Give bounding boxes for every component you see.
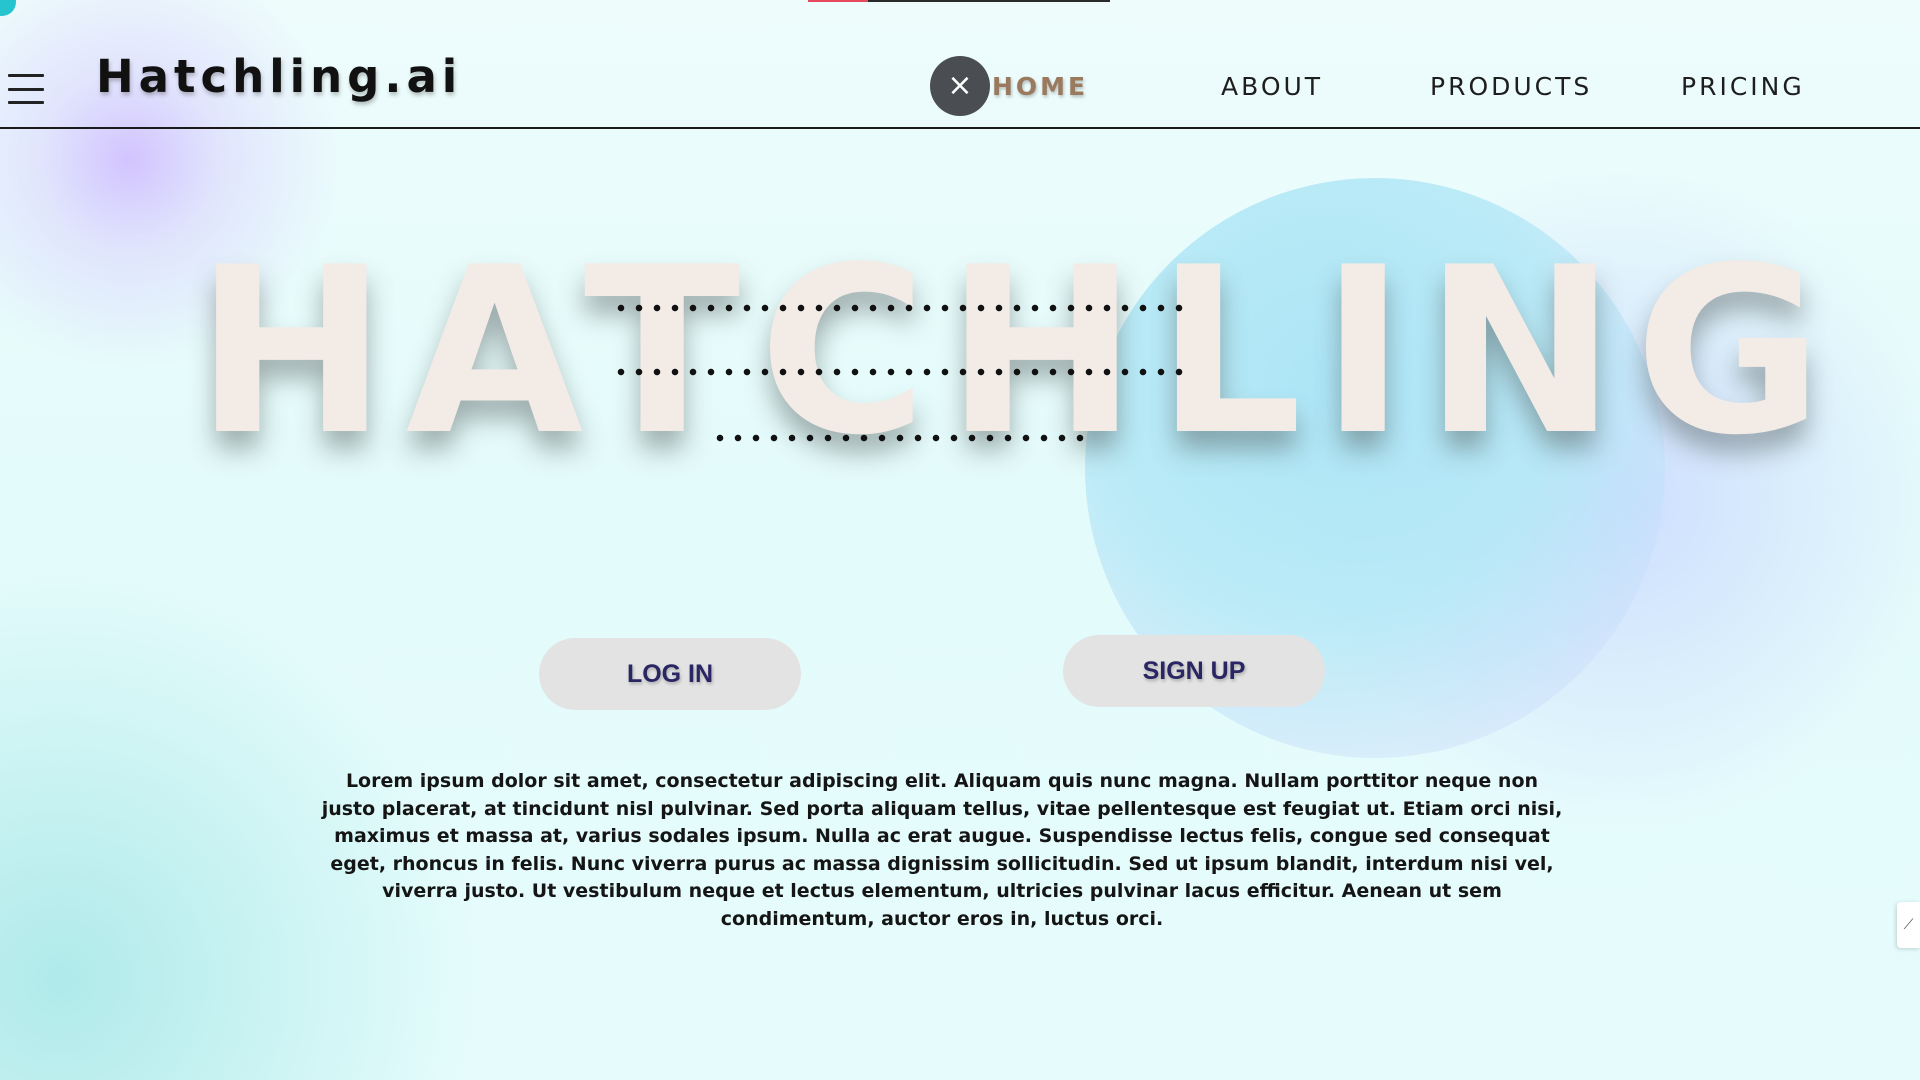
hamburger-line [8,74,44,77]
header: Hatchling.ai × HOME ABOUT PRODUCTS PRICI… [0,0,1920,129]
nav-home[interactable]: HOME [992,72,1088,101]
nav-products[interactable]: PRODUCTS [1430,72,1592,101]
dotted-line [612,304,1188,312]
hamburger-line [8,101,44,104]
dotted-line [711,434,1089,442]
hamburger-menu-icon[interactable] [8,74,44,104]
body-text: Lorem ipsum dolor sit amet, consectetur … [321,770,1563,930]
login-button[interactable]: LOG IN [539,638,801,710]
signup-button[interactable]: SIGN UP [1063,635,1325,707]
brand-logo[interactable]: Hatchling.ai [96,50,462,103]
nav-pricing[interactable]: PRICING [1681,72,1805,101]
hamburger-line [8,87,44,91]
close-icon[interactable]: × [930,56,990,116]
nav-about[interactable]: ABOUT [1221,72,1323,101]
dotted-line [612,368,1188,376]
side-feedback-tab[interactable]: ⟋ [1897,902,1920,948]
